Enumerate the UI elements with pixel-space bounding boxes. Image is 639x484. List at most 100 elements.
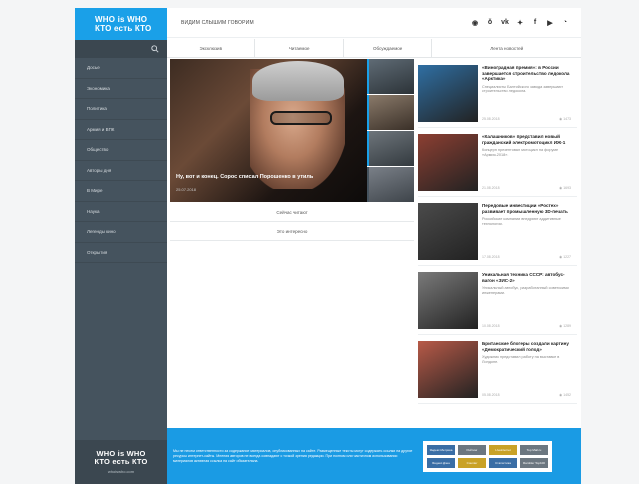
counter-badge[interactable]: Яндекс.Дзен	[427, 457, 455, 468]
news-views: ◉ 1452	[559, 393, 571, 397]
tab-news-feed[interactable]: Лента новостей	[432, 39, 581, 57]
news-item[interactable]: «Калашников» представил новый граждански…	[418, 128, 577, 197]
news-description: Специалисты Балтийского завода завершают…	[482, 84, 564, 94]
news-title[interactable]: Уникальная техника СССР: автобус-вагон «…	[482, 272, 573, 283]
social-links: ◉ ǒ ᴠk ✦ f ▶ ◔	[471, 19, 569, 27]
screenshot-frame: WHO is WHO КТО есть КТО Досье Экономика По…	[0, 0, 639, 484]
counter-badge[interactable]: Liveinternet	[489, 444, 517, 455]
news-meta: 05.08.2018 ◉ 1452	[482, 393, 571, 397]
news-thumbnail[interactable]	[418, 203, 478, 260]
news-title[interactable]: «Виноградная премия»: в России завершает…	[482, 65, 573, 82]
hero-title[interactable]: Ну, вот и конец. Сорос списал Порошенко …	[176, 174, 313, 180]
facebook-icon[interactable]: f	[531, 19, 539, 27]
news-title[interactable]: «Калашников» представил новый граждански…	[482, 134, 573, 145]
sidebar-item[interactable]: Легенды кино	[75, 222, 167, 243]
footer-disclaimer: Мы не несем ответственности за содержани…	[173, 448, 413, 463]
hero-photo-hair	[252, 61, 344, 101]
news-date: 25.08.2018	[482, 117, 500, 121]
news-text: Британские блогеры создали картину «Демо…	[478, 341, 573, 403]
tab-interesting[interactable]: Это интересно	[170, 223, 414, 241]
hero-story[interactable]: Ну, вот и конец. Сорос списал Порошенко …	[170, 59, 367, 202]
sidebar-item[interactable]: Политика	[75, 99, 167, 120]
hero-thumbnail[interactable]	[367, 59, 414, 94]
vk-icon[interactable]: ᴠk	[501, 19, 509, 27]
news-text: Уникальная техника СССР: автобус-вагон «…	[478, 272, 573, 334]
sidebar-item[interactable]: Общество	[75, 140, 167, 161]
news-thumbnail[interactable]	[418, 341, 478, 398]
sidebar-search[interactable]	[75, 40, 167, 58]
news-description: Уникальный автобус, разработанный советс…	[482, 286, 569, 295]
counter-badge[interactable]: Рейтинг	[458, 444, 486, 455]
news-thumbnail[interactable]	[418, 65, 478, 122]
news-views-count: 1693	[563, 186, 571, 190]
news-views-count: 1227	[563, 255, 571, 259]
top-header: ВИДИМ СЛЫШИМ ГОВОРИМ ◉ ǒ ᴠk ✦ f ▶ ◔	[167, 8, 581, 38]
news-date: 05.08.2018	[482, 393, 500, 397]
page: WHO is WHO КТО есть КТО Досье Экономика По…	[75, 8, 581, 484]
rss-icon[interactable]: ◔	[561, 19, 569, 27]
hero-thumbnail[interactable]	[367, 131, 414, 166]
news-thumbnail[interactable]	[418, 272, 478, 329]
news-views: ◉ 1227	[559, 255, 571, 259]
hero-thumbnail[interactable]	[367, 95, 414, 130]
tab-exclusive[interactable]: Эксклюзив	[167, 39, 256, 57]
news-title[interactable]: Передовые инвестиции «Ростех» развивает …	[482, 203, 573, 214]
news-views: ◉ 1693	[559, 186, 571, 190]
sidebar-item[interactable]: Досье	[75, 58, 167, 79]
counter-badge[interactable]: Статистика	[489, 457, 517, 468]
news-item[interactable]: Британские блогеры создали картину «Демо…	[418, 335, 577, 404]
news-title[interactable]: Британские блогеры создали картину «Демо…	[482, 341, 573, 352]
news-text: «Виноградная премия»: в России завершает…	[478, 65, 573, 127]
news-description: Российские компании внедряют аддитивные …	[482, 217, 561, 226]
sidebar-footer-logo[interactable]: WHO is WHO КТО есть КТО whoiswho.com	[75, 440, 167, 484]
news-text: Передовые инвестиции «Ростех» развивает …	[478, 203, 573, 265]
sidebar-item[interactable]: Авторы дня	[75, 161, 167, 181]
sidebar-item[interactable]: В Мире	[75, 181, 167, 202]
logo-line-1: WHO is WHO	[95, 15, 148, 24]
hero-thumbnail[interactable]	[367, 167, 414, 202]
news-views-count: 1452	[563, 393, 571, 397]
twitter-icon[interactable]: ✦	[516, 19, 524, 27]
tab-now-reading[interactable]: Сейчас читают	[170, 204, 414, 222]
hero-photo-glasses	[270, 111, 332, 125]
site-url[interactable]: whoiswho.com	[108, 469, 134, 474]
news-views-count: 1289	[563, 324, 571, 328]
hero-date: 25.07.2018	[176, 187, 197, 192]
news-description: Художник представил работу на выставке в…	[482, 355, 560, 364]
news-views-count: 1473	[563, 117, 571, 121]
news-item[interactable]: Уникальная техника СССР: автобус-вагон «…	[418, 266, 577, 335]
news-item[interactable]: Передовые инвестиции «Ростех» развивает …	[418, 197, 577, 266]
news-item[interactable]: «Виноградная премия»: в России завершает…	[418, 59, 577, 128]
news-meta: 17.08.2018 ◉ 1227	[482, 255, 571, 259]
counter-badge[interactable]: Top Mail.ru	[520, 444, 548, 455]
tab-most-read[interactable]: Читаемое	[255, 39, 344, 57]
footer-logo-line-2: КТО есть КТО	[94, 457, 148, 466]
site-logo[interactable]: WHO is WHO КТО есть КТО	[75, 8, 167, 40]
news-views: ◉ 1289	[559, 324, 571, 328]
tab-most-discussed[interactable]: Обсуждаемое	[344, 39, 433, 57]
youtube-icon[interactable]: ▶	[546, 19, 554, 27]
news-thumbnail[interactable]	[418, 134, 478, 191]
sidebar: WHO is WHO КТО есть КТО Досье Экономика По…	[75, 8, 167, 484]
tagline: ВИДИМ СЛЫШИМ ГОВОРИМ	[181, 19, 254, 26]
news-date: 10.08.2018	[482, 324, 500, 328]
odnoklassniki-icon[interactable]: ǒ	[486, 19, 494, 27]
news-meta: 25.08.2018 ◉ 1473	[482, 117, 571, 121]
sidebar-item[interactable]: Открытия	[75, 243, 167, 263]
counter-badge[interactable]: Rambler Top100	[520, 457, 548, 468]
content-tabs: Эксклюзив Читаемое Обсуждаемое Лента нов…	[167, 39, 581, 58]
counter-badge[interactable]: Counter	[458, 457, 486, 468]
footer: Мы не несем ответственности за содержани…	[167, 428, 581, 484]
counter-badge[interactable]: Яндекс.Метрика	[427, 444, 455, 455]
sidebar-item[interactable]: Наука	[75, 202, 167, 222]
news-date: 21.08.2018	[482, 186, 500, 190]
search-icon[interactable]	[151, 45, 159, 53]
news-meta: 10.08.2018 ◉ 1289	[482, 324, 571, 328]
globe-icon[interactable]: ◉	[471, 19, 479, 27]
sidebar-item[interactable]: Экономика	[75, 79, 167, 99]
news-description: Концерн презентовал мотоцикл на форуме «…	[482, 148, 559, 157]
sidebar-nav: Досье Экономика Политика Армия и ВПК Обществ…	[75, 58, 167, 263]
counter-badges: Яндекс.Метрика Рейтинг Liveinternet Top Mai…	[423, 440, 552, 472]
sidebar-item[interactable]: Армия и ВПК	[75, 120, 167, 140]
hero-thumbnails	[367, 59, 414, 202]
